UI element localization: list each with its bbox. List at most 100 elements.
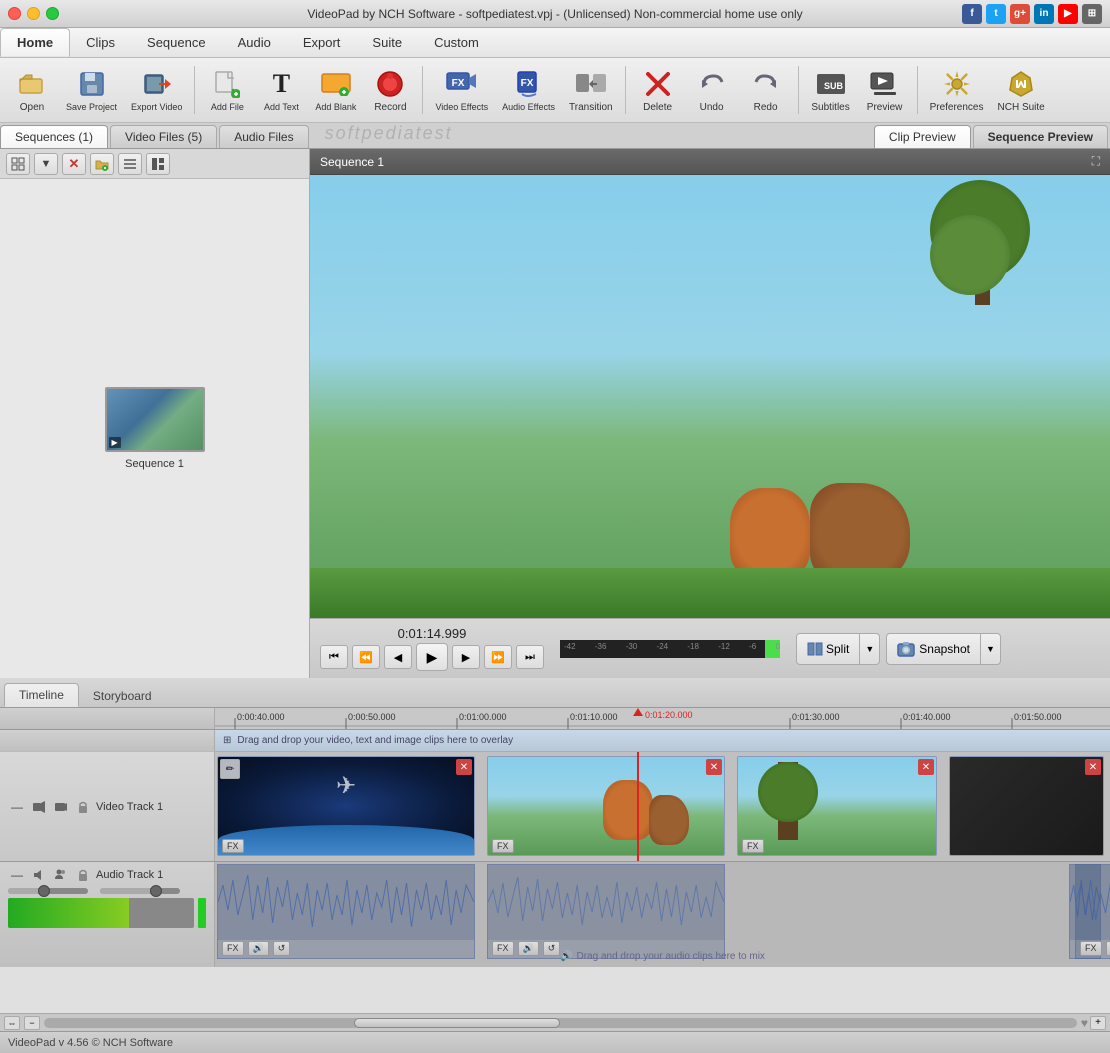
redo-button[interactable]: Redo [740,62,792,118]
audio-clip-1[interactable]: FX 🔊 ↺ [217,864,475,959]
camera-button[interactable] [52,798,70,816]
subtitles-button[interactable]: SUB Subtitles [805,62,857,118]
toolbar-separator-3 [625,66,626,114]
tab-storyboard[interactable]: Storyboard [79,685,166,707]
transition-button[interactable]: Transition [563,62,619,118]
video-clip-3[interactable]: ✕ FX [737,756,937,856]
grid-view-button[interactable] [146,153,170,175]
preferences-button[interactable]: Preferences [924,62,990,118]
sequence-item[interactable]: ▶ Sequence 1 [105,387,205,470]
play-button[interactable]: ▶ [416,643,448,671]
add-folder-button[interactable] [90,153,114,175]
clip-remove-button-1[interactable]: ✕ [456,759,472,775]
clip-remove-button-4[interactable]: ✕ [1085,759,1101,775]
select-all-button[interactable] [6,153,30,175]
rewind-button[interactable]: ◀ [384,645,412,669]
tab-video-files[interactable]: Video Files (5) [110,125,217,148]
audio-clip-4[interactable]: FX 🔊 ↺ [1075,864,1110,959]
menu-export[interactable]: Export [287,28,357,57]
collapse-track-button[interactable]: — [8,798,26,816]
split-button[interactable]: Split ▼ [796,633,880,665]
minimize-button[interactable] [27,7,40,20]
add-text-button[interactable]: T Add Text [255,62,307,118]
add-blank-button[interactable]: Add Blank [309,62,362,118]
prev-frame-button[interactable]: ⏪ [352,645,380,669]
snapshot-main[interactable]: Snapshot [887,634,981,664]
googleplus-icon[interactable]: g+ [1010,4,1030,24]
menu-suite[interactable]: Suite [356,28,418,57]
audio-effects-button[interactable]: FX Audio Effects [496,62,561,118]
svg-text:0:01:40.000: 0:01:40.000 [903,712,951,722]
audio-users-button[interactable] [52,866,70,884]
remove-button[interactable]: ✕ [62,153,86,175]
facebook-icon[interactable]: f [962,4,982,24]
zoom-in-button[interactable]: + [1090,1016,1106,1030]
audio-mute-button[interactable] [30,866,48,884]
menu-sequence[interactable]: Sequence [131,28,222,57]
split-dropdown-arrow[interactable]: ▼ [860,634,879,664]
twitter-icon[interactable]: t [986,4,1006,24]
clip-fx-button-1[interactable]: FX [222,839,244,853]
scroll-arrows-button[interactable]: ⇔ [4,1016,20,1030]
expand-preview-button[interactable]: ⛶ [1092,154,1100,169]
overlay-hint-text: Drag and drop your video, text and image… [237,735,513,746]
tab-timeline[interactable]: Timeline [4,683,79,707]
save-project-button[interactable]: Save Project [60,62,123,118]
undo-button[interactable]: Undo [686,62,738,118]
export-video-button[interactable]: Export Video [125,62,188,118]
clip-fx-button-2[interactable]: FX [492,839,514,853]
open-button[interactable]: Open [6,62,58,118]
clip-fx-button-3[interactable]: FX [742,839,764,853]
video-clip-1[interactable]: ✈ ✏ ✕ FX [217,756,475,856]
menu-custom[interactable]: Custom [418,28,495,57]
tab-sequence-preview[interactable]: Sequence Preview [973,125,1108,148]
next-frame-button[interactable]: ⏩ [484,645,512,669]
close-button[interactable] [8,7,21,20]
forward-button[interactable]: ▶ [452,645,480,669]
video-clip-2[interactable]: ✕ FX [487,756,725,856]
list-view-button[interactable] [118,153,142,175]
window-controls[interactable] [8,7,59,20]
preview-button[interactable]: Preview [859,62,911,118]
clip-edit-button-1[interactable]: ✏ [220,759,240,779]
linkedin-icon[interactable]: in [1034,4,1054,24]
clip-remove-button-3[interactable]: ✕ [918,759,934,775]
audio-collapse-button[interactable]: — [8,866,26,884]
maximize-button[interactable] [46,7,59,20]
menu-home[interactable]: Home [0,28,70,57]
record-button[interactable]: Record [364,62,416,118]
clip-remove-button-2[interactable]: ✕ [706,759,722,775]
filter-dropdown-button[interactable]: ▼ [34,153,58,175]
split-main[interactable]: Split [797,634,860,664]
add-file-button[interactable]: Add File [201,62,253,118]
mute-video-button[interactable] [30,798,48,816]
video-clip-4[interactable]: ✕ [949,756,1104,856]
youtube-icon[interactable]: ▶ [1058,4,1078,24]
video-track-timeline[interactable]: ✈ ✏ ✕ FX ✕ FX [215,752,1110,861]
snapshot-button[interactable]: Snapshot ▼ [886,633,1001,665]
nch-suite-button[interactable]: NCH Suite [992,62,1051,118]
balance-slider[interactable] [100,888,180,894]
tab-sequences[interactable]: Sequences (1) [0,125,108,148]
tab-clip-preview[interactable]: Clip Preview [874,125,971,148]
scroll-thumb[interactable] [354,1018,561,1028]
undo-icon [696,68,728,100]
snapshot-dropdown-arrow[interactable]: ▼ [981,634,1000,664]
lock-track-button[interactable] [74,798,92,816]
open-label: Open [20,102,44,113]
volume-slider[interactable] [8,888,88,894]
delete-button[interactable]: Delete [632,62,684,118]
zoom-out-button[interactable]: − [24,1016,40,1030]
audio-track-timeline[interactable]: FX 🔊 ↺ FX 🔊 [215,862,1110,967]
audio-clip-2[interactable]: FX 🔊 ↺ [487,864,725,959]
video-effects-button[interactable]: FX Video Effects [429,62,494,118]
go-start-button[interactable]: ⏮ [320,645,348,669]
audio-lock-button[interactable] [74,866,92,884]
scroll-track[interactable] [44,1018,1077,1028]
menu-audio[interactable]: Audio [222,28,287,57]
timeline-ruler-wrapper: 0:00:40.000 0:00:50.000 0:01:00.000 0:01… [0,708,1110,730]
go-end-button[interactable]: ⏭ [516,645,544,669]
menu-clips[interactable]: Clips [70,28,131,57]
nch-social-icon[interactable]: ⊞ [1082,4,1102,24]
tab-audio-files[interactable]: Audio Files [219,125,308,148]
